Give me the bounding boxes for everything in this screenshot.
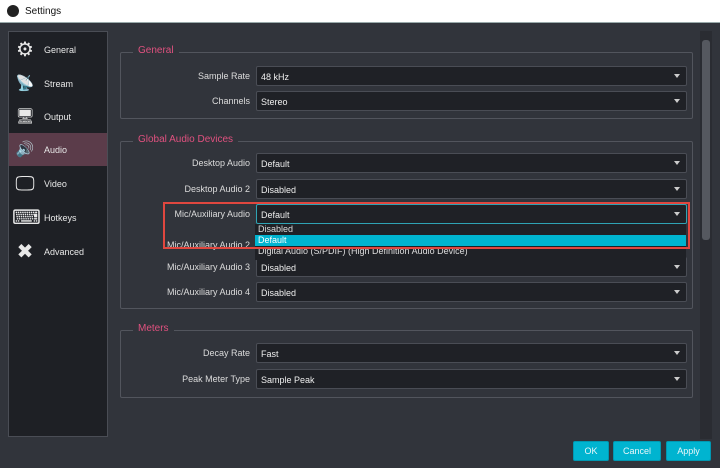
sidebar-item-label: Audio <box>44 144 68 155</box>
output-icon: 🖥 <box>15 107 35 125</box>
general-group: General Sample Rate 48 kHz Channels Stereo <box>120 45 693 119</box>
decay-rate-select[interactable]: Fast <box>256 343 687 363</box>
chevron-down-icon <box>674 265 680 269</box>
decay-rate-label: Decay Rate <box>202 348 250 358</box>
sample-rate-label: Sample Rate <box>197 71 250 81</box>
sidebar-item-video[interactable]: 🖵 Video <box>9 167 107 200</box>
desktop-audio-label: Desktop Audio <box>191 158 250 168</box>
sidebar-item-label: Video <box>44 178 67 189</box>
settings-sidebar: ⚙ General 📡 Stream 🖥 Output 🔊 Audio 🖵 Video ⌨… <box>8 31 108 437</box>
channels-select[interactable]: Stereo <box>256 91 687 111</box>
cancel-button[interactable]: Cancel <box>613 441 661 461</box>
speaker-icon: 🔊 <box>15 140 35 158</box>
vertical-scrollbar[interactable] <box>700 31 712 439</box>
group-title: Global Audio Devices <box>133 134 239 145</box>
select-value: Sample Peak <box>261 375 315 385</box>
obs-logo-icon <box>7 5 19 17</box>
desktop-audio-2-label: Desktop Audio 2 <box>184 184 250 194</box>
group-title: Meters <box>133 323 174 334</box>
chevron-down-icon <box>674 290 680 294</box>
mic-aux-audio-4-label: Mic/Auxiliary Audio 4 <box>166 287 250 297</box>
channels-label: Channels <box>211 96 250 106</box>
desktop-audio-select[interactable]: Default <box>256 153 687 173</box>
gear-icon: ⚙ <box>16 38 34 61</box>
chevron-down-icon <box>674 161 680 165</box>
sidebar-item-general[interactable]: ⚙ General <box>9 33 107 66</box>
sidebar-item-audio[interactable]: 🔊 Audio <box>9 133 107 166</box>
chevron-down-icon <box>674 351 680 355</box>
mic-aux-audio-4-select[interactable]: Disabled <box>256 282 687 302</box>
chevron-down-icon <box>674 99 680 103</box>
desktop-audio-2-select[interactable]: Disabled <box>256 179 687 199</box>
select-value: Fast <box>261 349 279 359</box>
select-value: Disabled <box>261 263 297 273</box>
select-value: Disabled <box>261 288 297 298</box>
window-title: Settings <box>25 5 62 17</box>
sidebar-item-hotkeys[interactable]: ⌨ Hotkeys <box>9 201 107 234</box>
peak-meter-type-select[interactable]: Sample Peak <box>256 369 687 389</box>
select-value: Default <box>261 159 290 169</box>
sidebar-item-label: Stream <box>44 78 74 89</box>
sidebar-item-label: General <box>44 44 77 55</box>
chevron-down-icon <box>674 74 680 78</box>
sample-rate-select[interactable]: 48 kHz <box>256 66 687 86</box>
mic-aux-audio-3-select[interactable]: Disabled <box>256 257 687 277</box>
select-value: Disabled <box>261 185 297 195</box>
peak-meter-type-label: Peak Meter Type <box>182 374 250 384</box>
sidebar-item-label: Advanced <box>44 246 85 257</box>
chevron-down-icon <box>674 377 680 381</box>
sidebar-item-label: Output <box>44 111 72 122</box>
tools-icon: ✖ <box>16 240 34 263</box>
apply-button[interactable]: Apply <box>666 441 711 461</box>
group-title: General <box>133 45 179 56</box>
monitor-icon: 🖵 <box>15 172 35 195</box>
select-value: Stereo <box>261 97 288 107</box>
chevron-down-icon <box>674 187 680 191</box>
sidebar-item-label: Hotkeys <box>44 212 77 223</box>
keyboard-icon: ⌨ <box>12 206 41 229</box>
sidebar-item-output[interactable]: 🖥 Output <box>9 100 107 133</box>
title-bar: Settings <box>0 0 720 23</box>
highlight-annotation-box <box>163 202 690 249</box>
sidebar-item-advanced[interactable]: ✖ Advanced <box>9 235 107 268</box>
select-value: 48 kHz <box>261 72 290 82</box>
meters-group: Meters Decay Rate Fast Peak Meter Type Sam… <box>120 323 693 398</box>
mic-aux-audio-3-label: Mic/Auxiliary Audio 3 <box>166 262 250 272</box>
sidebar-item-stream[interactable]: 📡 Stream <box>9 67 107 100</box>
broadcast-icon: 📡 <box>15 74 35 92</box>
scrollbar-thumb[interactable] <box>702 40 710 240</box>
ok-button[interactable]: OK <box>573 441 609 461</box>
